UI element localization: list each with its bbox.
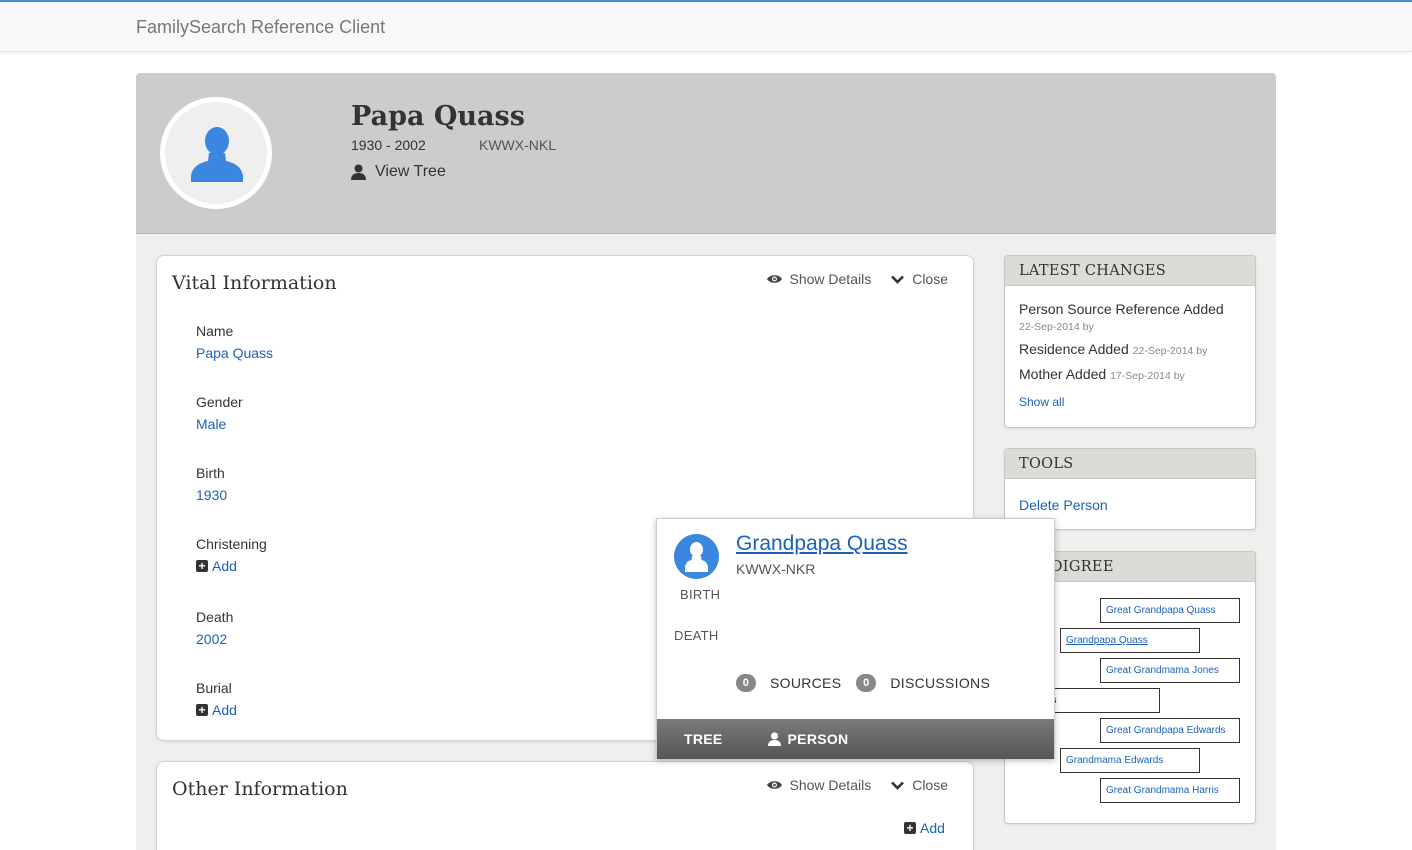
pedigree-box[interactable]: Great Grandpapa Edwards: [1100, 718, 1240, 743]
sources-count-badge: 0: [736, 674, 756, 692]
add-other-button[interactable]: + Add: [904, 820, 945, 836]
popup-counts: 0 SOURCES 0 DISCUSSIONS: [736, 674, 990, 692]
plus-icon: +: [196, 704, 208, 716]
chevron-down-icon: [891, 275, 905, 284]
popup-avatar: [674, 534, 719, 579]
add-burial-button[interactable]: + Add: [196, 702, 237, 718]
person-popup-card: Grandpapa Quass KWWX-NKR BIRTH DEATH 0 S…: [656, 518, 1055, 759]
add-label: Add: [212, 702, 237, 718]
person-header: Papa Quass 1930 - 2002 KWWX-NKL View Tre…: [136, 73, 1276, 234]
panel-title: Other Information: [172, 778, 348, 800]
popup-person-id: KWWX-NKR: [736, 561, 816, 577]
change-item: Residence Added 22-Sep-2014 by: [1019, 341, 1207, 357]
plus-icon: +: [904, 822, 916, 834]
tools-title: TOOLS: [1005, 449, 1255, 479]
field-value-link[interactable]: 2002: [196, 631, 233, 647]
view-tree-link[interactable]: View Tree: [351, 163, 446, 181]
top-navbar: FamilySearch Reference Client: [0, 0, 1412, 52]
person-silhouette-icon: [191, 127, 243, 182]
field-death: Death 2002: [196, 609, 233, 647]
field-label: Name: [196, 323, 234, 339]
latest-changes-panel: LATEST CHANGES Person Source Reference A…: [1004, 255, 1256, 428]
change-meta: 22-Sep-2014 by: [1019, 321, 1094, 333]
person-silhouette-icon: [685, 542, 708, 572]
person-id: KWWX-NKL: [479, 137, 556, 153]
tab-tree-label: TREE: [684, 731, 723, 747]
pedigree-box[interactable]: Grandmama Edwards: [1060, 748, 1200, 773]
close-button[interactable]: Close: [891, 271, 948, 287]
field-gender: Gender Male: [196, 394, 243, 432]
change-meta: 17-Sep-2014 by: [1110, 370, 1185, 382]
other-information-panel: Other Information Show Details Close + A…: [156, 761, 974, 850]
add-label: Add: [920, 820, 945, 836]
close-label: Close: [912, 777, 948, 793]
field-label: Gender: [196, 394, 243, 410]
close-button[interactable]: Close: [891, 777, 948, 793]
popup-birth-label: BIRTH: [680, 587, 721, 602]
delete-person-link[interactable]: Delete Person: [1019, 497, 1108, 513]
close-label: Close: [912, 271, 948, 287]
view-tree-label: View Tree: [375, 163, 446, 180]
pedigree-box[interactable]: Great Grandmama Jones: [1100, 658, 1240, 683]
eye-icon: [766, 781, 782, 789]
app-brand[interactable]: FamilySearch Reference Client: [136, 17, 385, 38]
show-details-label: Show Details: [789, 271, 872, 287]
show-all-link[interactable]: Show all: [1019, 395, 1064, 409]
add-label: Add: [212, 558, 237, 574]
popup-footer-tabs: TREE PERSON: [657, 719, 1054, 759]
show-details-label: Show Details: [789, 777, 872, 793]
show-details-button[interactable]: Show Details: [766, 271, 872, 287]
field-value-link[interactable]: Male: [196, 416, 243, 432]
pedigree-box[interactable]: Great Grandmama Harris: [1100, 778, 1240, 803]
field-label: Death: [196, 609, 234, 625]
sources-label[interactable]: SOURCES: [770, 675, 841, 691]
field-value-link[interactable]: 1930: [196, 487, 227, 503]
field-christening: Christening + Add: [196, 536, 267, 574]
pedigree-box[interactable]: Grandpapa Quass: [1060, 628, 1200, 653]
person-icon: [351, 164, 366, 180]
change-item: Person Source Reference Added 22-Sep-201…: [1019, 301, 1224, 333]
discussions-label[interactable]: DISCUSSIONS: [890, 675, 990, 691]
person-avatar: [160, 97, 272, 209]
eye-icon: [766, 275, 782, 283]
field-birth: Birth 1930: [196, 465, 227, 503]
field-burial: Burial + Add: [196, 680, 237, 718]
panel-actions: Show Details Close: [766, 777, 948, 793]
tab-tree[interactable]: TREE: [684, 731, 723, 747]
change-label: Residence Added: [1019, 341, 1129, 357]
show-details-button[interactable]: Show Details: [766, 777, 872, 793]
field-label: Birth: [196, 465, 225, 481]
person-name: Papa Quass: [351, 101, 525, 132]
change-meta: 22-Sep-2014 by: [1132, 345, 1208, 357]
latest-changes-title: LATEST CHANGES: [1005, 256, 1255, 286]
panel-title: Vital Information: [172, 272, 337, 294]
change-item: Mother Added 17-Sep-2014 by: [1019, 366, 1185, 382]
discussions-count-badge: 0: [856, 674, 877, 692]
person-lifespan: 1930 - 2002: [351, 137, 426, 153]
popup-death-label: DEATH: [674, 628, 719, 643]
chevron-down-icon: [891, 781, 905, 790]
person-icon: [767, 732, 781, 746]
tab-person-label: PERSON: [787, 731, 849, 747]
add-christening-button[interactable]: + Add: [196, 558, 267, 574]
field-label: Burial: [196, 680, 232, 696]
tab-person[interactable]: PERSON: [767, 731, 849, 747]
change-label: Mother Added: [1019, 366, 1107, 382]
field-value-link[interactable]: Papa Quass: [196, 345, 273, 361]
popup-person-name-link[interactable]: Grandpapa Quass: [736, 532, 908, 556]
field-label: Christening: [196, 536, 267, 552]
change-label: Person Source Reference Added: [1019, 301, 1224, 317]
field-name: Name Papa Quass: [196, 323, 273, 361]
pedigree-box[interactable]: Great Grandpapa Quass: [1100, 598, 1240, 623]
plus-icon: +: [196, 560, 208, 572]
panel-actions: Show Details Close: [766, 271, 948, 287]
